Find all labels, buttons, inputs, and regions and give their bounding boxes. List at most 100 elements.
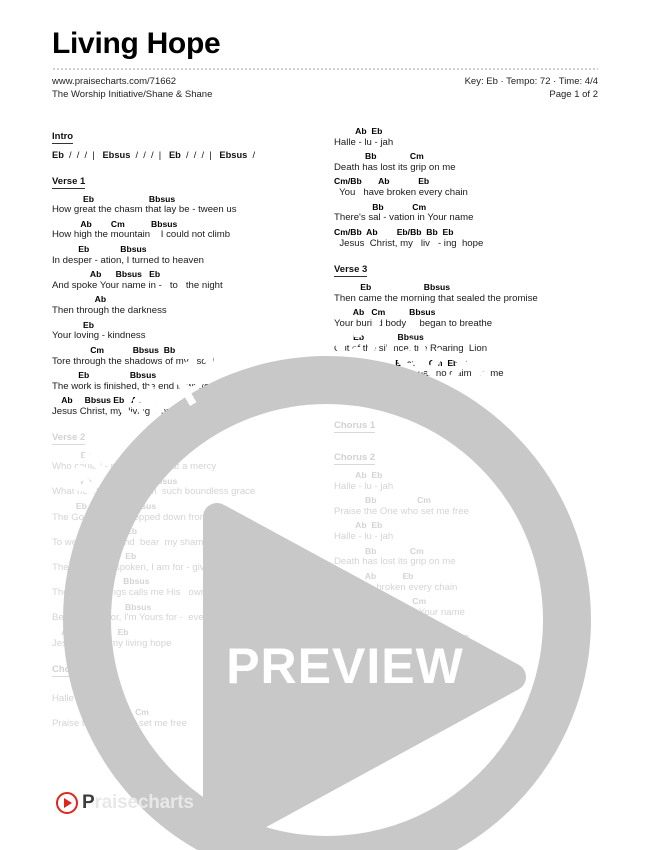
section-verse-1: Verse 1 Eb Bbsus How great the chasm that… xyxy=(52,171,314,419)
chord-line: Ab Eb xyxy=(334,126,383,136)
lyric-line: The God of ages stepped down from glory xyxy=(52,511,232,523)
lyric-line: Jesus Christ you are my liv - ing hope xyxy=(334,657,505,669)
lyric-line: Praise the One who set me free xyxy=(334,505,469,517)
section-heading-verse-3: Verse 3 xyxy=(334,264,368,278)
key-tempo-time: Key: Eb · Tempo: 72 · Time: 4/4 xyxy=(464,75,598,87)
section-chorus-continued: Ab Eb Halle - lu - jah Bb Cm Death has los… xyxy=(334,126,596,250)
lyric-line: Then came the morning that sealed the pr… xyxy=(334,292,538,304)
brand-wordmark: Praisecharts xyxy=(82,792,194,814)
lyric-line: Tore through the shadows of my soul xyxy=(52,355,215,367)
lyric-line: Jesus Christ, my living hope xyxy=(52,637,172,649)
lyric-line: There's salvation in Your name xyxy=(334,606,465,618)
chord-line: Bb Cm xyxy=(334,596,427,607)
chart-url[interactable]: www.praisecharts.com/71662 xyxy=(52,75,212,89)
left-column: Intro Eb / / / | Ebsus / / / | Eb / / / |… xyxy=(52,126,314,739)
header-meta: www.praisecharts.com/71662 The Worship I… xyxy=(52,75,598,103)
chord-line: Ab Bbsus Cm Eb/G xyxy=(334,357,468,368)
chord-chart-page: Living Hope www.praisecharts.com/71662 T… xyxy=(0,0,650,850)
lyric-line: Halle - lu - jah xyxy=(334,136,394,148)
chord-line: Ab Eb xyxy=(334,470,383,481)
chord-line: Ab Eb xyxy=(52,682,101,692)
chord-line: Eb/Bb Bb Eb xyxy=(334,646,420,657)
chord-line: Bb Cm xyxy=(334,151,424,162)
lyric-line: How high the mountain I could not climb xyxy=(52,229,231,241)
section-heading-chorus-1: Chorus 1 xyxy=(334,420,376,434)
header-divider xyxy=(52,67,598,70)
play-circle-icon xyxy=(56,792,78,814)
section-chorus-2: Chorus 2 Ab Eb Halle - lu - jah Bb Cm Prai… xyxy=(334,447,596,670)
chord-line: Bbsus Eb xyxy=(52,525,137,536)
chord-line: Eb Bbsus xyxy=(52,450,159,461)
chord-line: Bb Cm Eb/G xyxy=(334,621,432,632)
lyric-line: How great the chasm that lay be - tween … xyxy=(52,204,237,216)
chord-line: Ab Cm Bbsus xyxy=(52,218,178,229)
chord-line: Ab Cm Bbsus xyxy=(334,307,436,318)
lyric-line: Jesus Christ, my liv - ing hope xyxy=(334,237,484,249)
section-chorus-1-2x: Chorus 1 (2x) Ab Eb Halle - lu - jah Bb C… xyxy=(52,659,314,730)
chord-line: Ab Eb xyxy=(334,520,383,531)
section-verse-2: Verse 2 Eb Bbsus Who could i - magine so … xyxy=(52,427,314,650)
lyric-line: You have broken every chain xyxy=(334,581,458,593)
page-number: Page 1 of 2 xyxy=(549,89,598,101)
lyric-line: What heart could fathom such boundless g… xyxy=(52,486,256,498)
page-header: Living Hope www.praisecharts.com/71662 T… xyxy=(52,28,598,102)
lyric-line: The cross has spoken, I am for - given xyxy=(52,561,216,573)
section-intro: Intro Eb / / / | Ebsus / / / | Eb / / / |… xyxy=(52,126,314,162)
chord-line: Ab Bbsus Eb xyxy=(52,269,161,280)
lyric-line: Then through the darkness xyxy=(52,305,167,317)
section-chorus-1: Chorus 1 xyxy=(334,415,596,438)
chord-line: Eb xyxy=(52,319,95,330)
lyric-line: The work is finished, the end is written xyxy=(52,380,215,392)
chord-line: Eb Bbsus xyxy=(334,332,424,343)
chord-line: Bb Cm xyxy=(334,201,427,212)
chord-line: Cm Bbsus Bb xyxy=(52,344,176,355)
chord-line: Eb Bbsus xyxy=(334,282,451,293)
lyric-line: Death has lost its grip on me xyxy=(334,161,456,173)
lyric-line: Halle - lu - jah xyxy=(52,692,112,704)
chord-line: Ab Bbsus Eb Ab xyxy=(52,395,143,406)
praisecharts-logo[interactable]: Praisecharts xyxy=(56,792,194,814)
lyric-line: Beautiful Savior, I'm Yours for - ever xyxy=(52,612,207,624)
chord-line: Cm Bbsus xyxy=(52,576,150,587)
lyric-line: Death has lost its grip on me xyxy=(334,556,456,568)
measure-line: Eb / / / | Ebsus / / / | Eb / / / | Ebsu… xyxy=(52,150,256,160)
brand-name-dim: raisecharts xyxy=(94,792,194,813)
chord-line: Ab xyxy=(52,294,107,305)
section-heading-chorus-2: Chorus 2 xyxy=(334,452,376,466)
page-title: Living Hope xyxy=(52,27,221,60)
right-column: Ab Eb Halle - lu - jah Bb Cm Death has los… xyxy=(334,126,596,679)
chord-line: Eb Bbsus xyxy=(52,601,152,612)
chord-line: Ab Bb Eb xyxy=(52,626,129,637)
chord-line: Eb Bbsus xyxy=(52,243,147,254)
lyric-line: The King of kings calls me His own xyxy=(52,587,207,599)
section-heading-verse-1: Verse 1 xyxy=(52,175,86,189)
brand-name-visible: P xyxy=(82,792,95,813)
chord-line: Bbsus Bb Eb xyxy=(334,382,436,393)
chord-line: Ab Cm Bbsus xyxy=(52,475,178,486)
chord-line: Bb Cm xyxy=(52,707,149,718)
lyric-line: Jesus Christ my living - ly hope xyxy=(334,631,469,643)
chord-line: Eb Bbsus xyxy=(52,369,157,380)
chord-line: Cm/Bb Ab Eb xyxy=(334,176,430,187)
lyric-line: Your buried body began to breathe xyxy=(334,317,493,329)
lyric-line: Jesus Christ, my living hope xyxy=(52,405,177,417)
lyric-line: To wear my sin and bear my shame xyxy=(52,536,209,548)
chart-body: Intro Eb / / / | Ebsus / / / | Eb / / / |… xyxy=(52,126,604,826)
lyric-line: Declared the grave has no claim on me xyxy=(334,368,504,380)
play-triangle-icon xyxy=(64,798,72,808)
section-heading-intro: Intro xyxy=(52,131,74,144)
lyric-line: In desper - ation, I turned to heaven xyxy=(52,254,205,266)
chord-line: Eb Bbsus xyxy=(52,193,176,204)
lyric-line: Out of the silence, the Roaring Lion xyxy=(334,343,488,355)
section-verse-3: Verse 3 Eb Bbsus Then came the morning th… xyxy=(334,259,596,406)
lyric-line: Who could i - magine so great a mercy xyxy=(52,461,217,473)
lyric-line: Halle - lu - jah xyxy=(334,531,394,543)
lyric-line: And spoke Your name in - to the night xyxy=(52,279,223,291)
chord-line: Eb Bbsus xyxy=(52,500,157,511)
artist-name: The Worship Initiative/Shane & Shane xyxy=(52,89,213,101)
chord-line: Cm/Bb Ab Eb/Bb Bb Eb xyxy=(334,226,454,237)
chord-line: Bb Cm xyxy=(334,545,424,556)
chord-line: Ab Eb xyxy=(52,551,137,562)
lyric-line: You have broken every chain xyxy=(334,187,468,199)
chord-line: Ab Eb xyxy=(334,570,414,581)
